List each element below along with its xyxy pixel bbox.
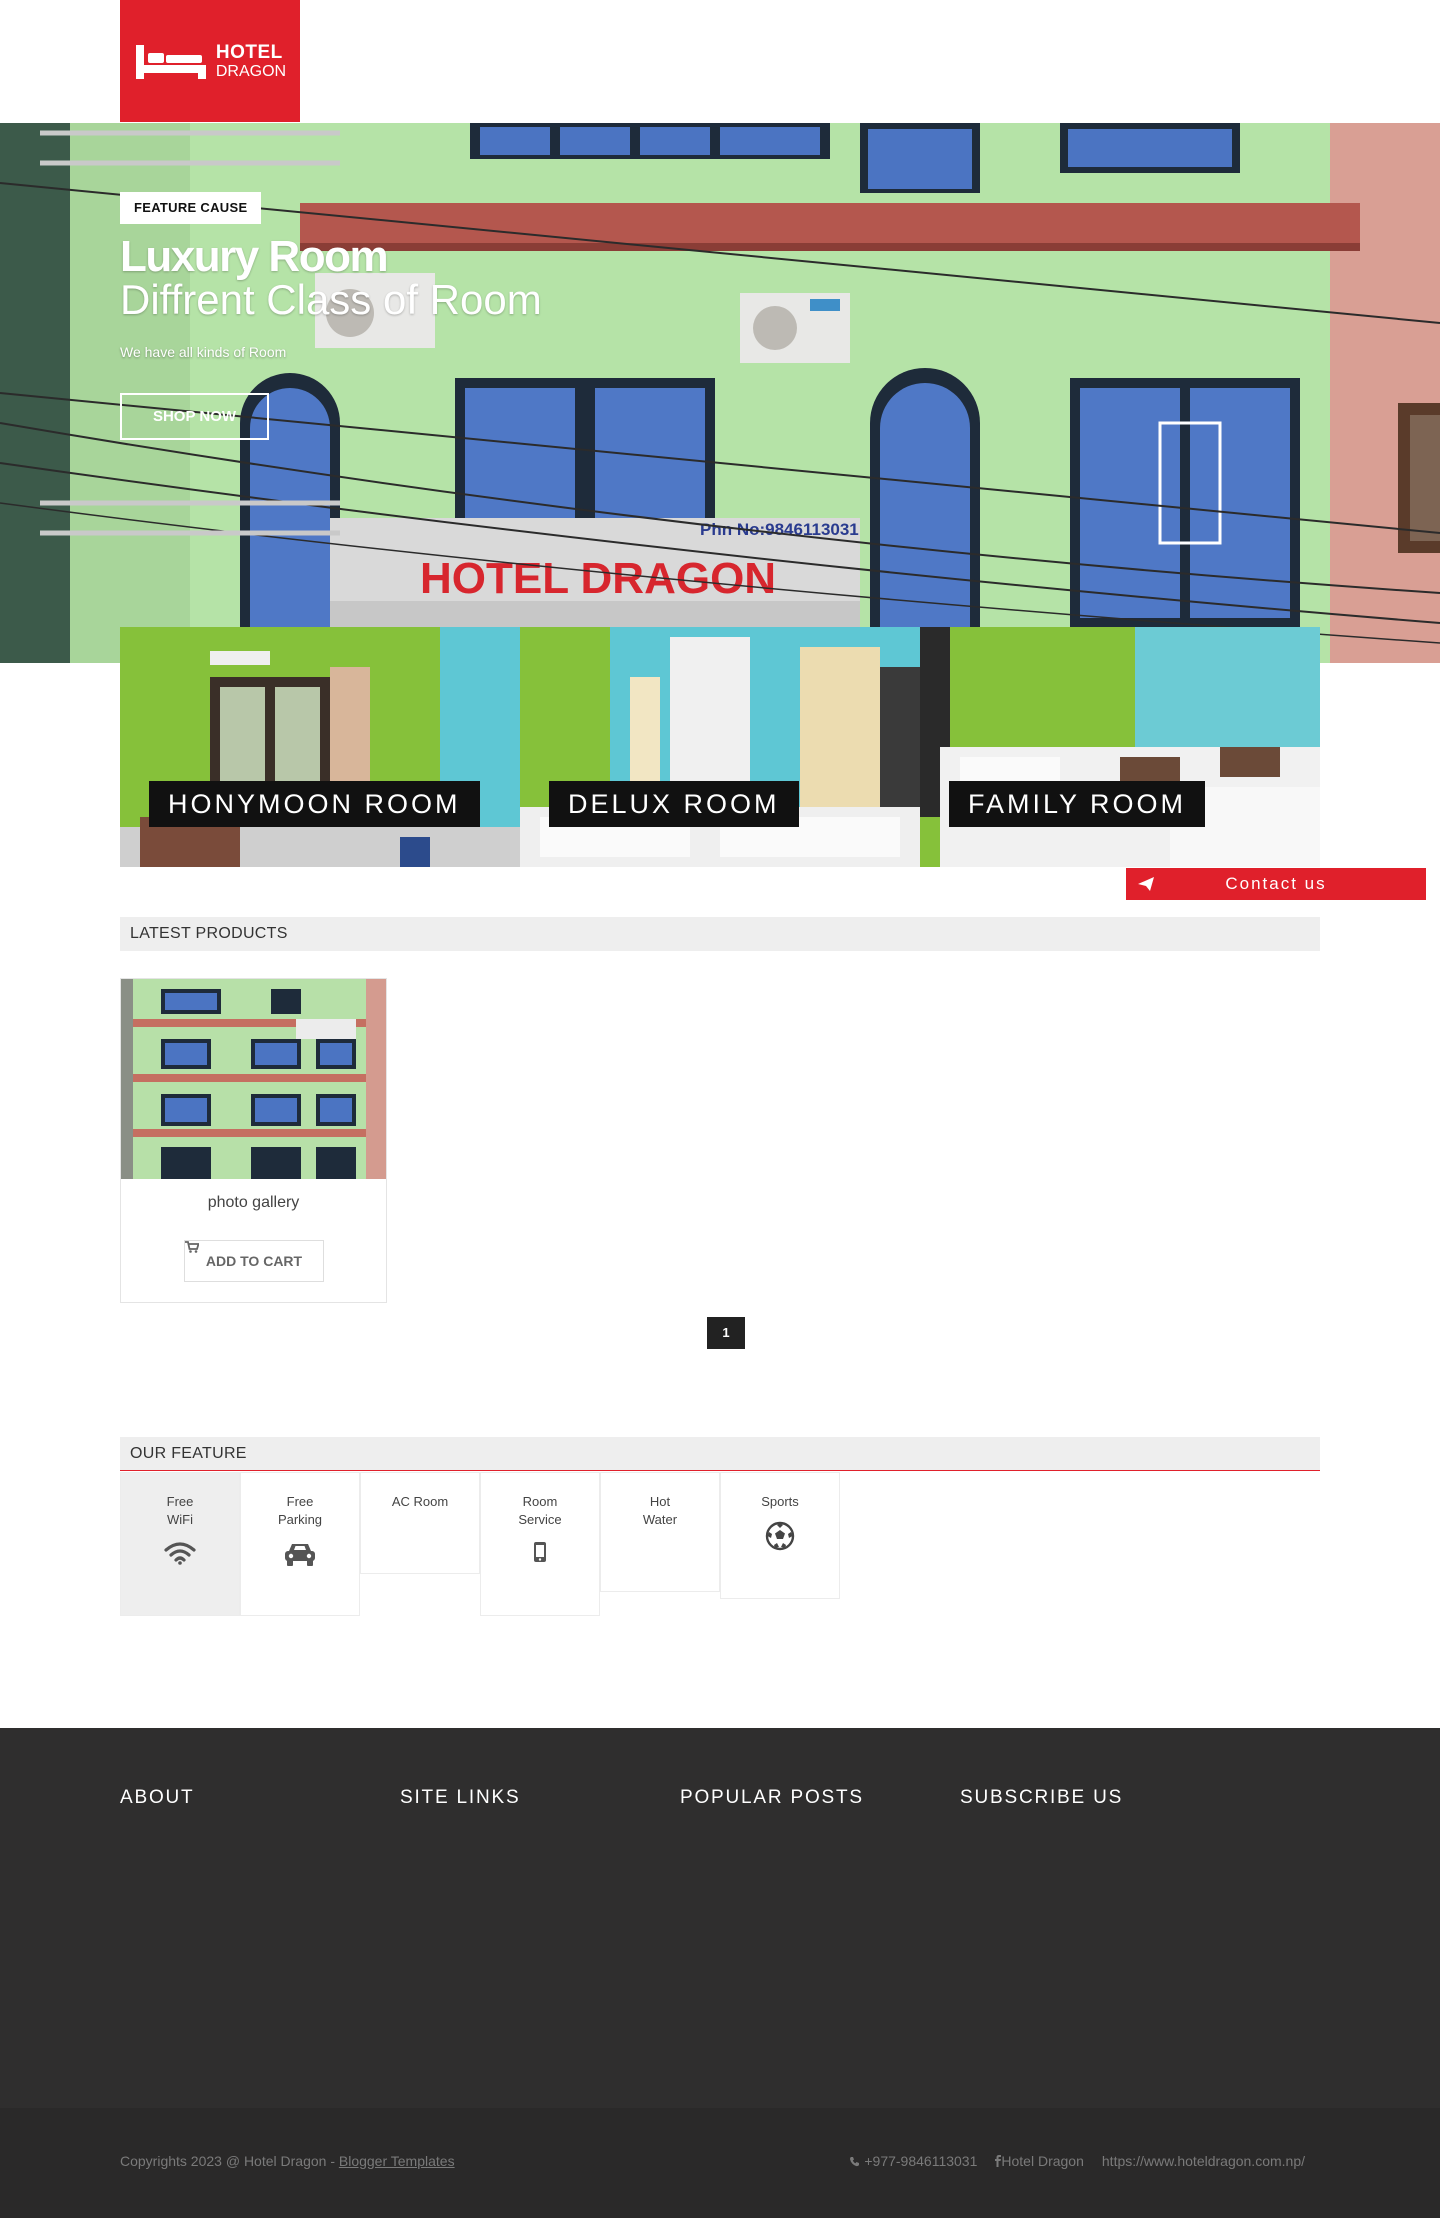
footer-about-heading: ABOUT (120, 1787, 195, 1808)
room-tile-delux[interactable]: DELUX ROOM (520, 627, 920, 867)
footer-subscribe-heading: SUBSCRIBE US (960, 1787, 1124, 1808)
product-card: photo gallery ADD TO CART (120, 978, 387, 1303)
product-name[interactable]: photo gallery (121, 1194, 386, 1212)
room-tile-honeymoon[interactable]: HONYMOON ROOM (120, 627, 520, 867)
room-categories: HONYMOON ROOM DELUX ROOM FAMILY ROOM (120, 627, 1320, 867)
car-icon (285, 1544, 315, 1566)
feature-label: AC Room (391, 1494, 449, 1509)
our-feature-heading: OUR FEATURE (120, 1437, 1320, 1471)
feature-free-parking[interactable]: Free Parking (240, 1472, 360, 1616)
mobile-icon (534, 1542, 546, 1562)
sub-footer: Copyrights 2023 @ Hotel Dragon - Blogger… (0, 2108, 1440, 2218)
phone-icon (850, 2157, 860, 2167)
add-to-cart-label: ADD TO CART (205, 1253, 303, 1269)
hero-tag: FEATURE CAUSE (120, 192, 262, 224)
contact-us-button[interactable]: Contact us (1126, 868, 1426, 900)
feature-label: Parking (277, 1512, 323, 1527)
blogger-templates-link[interactable]: Blogger Templates (339, 2153, 455, 2169)
bed-icon (135, 45, 206, 79)
delux-room-image (520, 627, 920, 867)
sign-phone-text: Phn No:9846113031 (700, 520, 859, 539)
phone-number: +977-9846113031 (864, 2153, 978, 2169)
footer-site-links-heading: SITE LINKS (400, 1787, 521, 1808)
copyright-text: Copyrights 2023 @ Hotel Dragon - Blogger… (120, 2153, 455, 2169)
room-label-honeymoon[interactable]: HONYMOON ROOM (149, 781, 480, 827)
latest-products-heading: LATEST PRODUCTS (120, 917, 1320, 951)
hero-title: Luxury Room (120, 232, 389, 281)
footer-facebook[interactable]: Hotel Dragon (995, 2153, 1084, 2169)
hero-description: We have all kinds of Room (120, 344, 287, 360)
family-room-image (920, 627, 1320, 867)
facebook-label: Hotel Dragon (1001, 2153, 1084, 2169)
footer-contact-line: +977-9846113031 Hotel Dragon https://www… (849, 2153, 1305, 2169)
pagination-page-1[interactable]: 1 (707, 1317, 745, 1349)
logo-text: HOTEL DRAGON (216, 43, 286, 80)
site-footer: ABOUT SITE LINKS POPULAR POSTS SUBSCRIBE… (0, 1728, 1440, 2108)
hero-subtitle: Diffrent Class of Room (120, 276, 542, 323)
logo-line-2: DRAGON (215, 62, 287, 80)
site-logo[interactable]: HOTEL DRAGON (120, 0, 300, 122)
soccer-ball-icon (765, 1521, 795, 1551)
feature-label: Free (286, 1494, 314, 1509)
room-label-family[interactable]: FAMILY ROOM (949, 781, 1206, 827)
room-label-delux[interactable]: DELUX ROOM (549, 781, 799, 827)
sign-hotel-name-text: HOTEL DRAGON (420, 554, 776, 603)
feature-label: Free (166, 1494, 194, 1509)
feature-label: Sports (761, 1494, 799, 1509)
honeymoon-room-image (120, 627, 520, 867)
photo-gallery-thumbnail[interactable] (121, 979, 386, 1179)
copyright-label: Copyrights 2023 @ Hotel Dragon - (120, 2153, 339, 2169)
feature-room-service[interactable]: Room Service (480, 1472, 600, 1616)
feature-ac-room[interactable]: AC Room (360, 1472, 480, 1574)
footer-popular-posts-heading: POPULAR POSTS (680, 1787, 864, 1808)
contact-us-label: Contact us (1225, 874, 1327, 893)
room-tile-family[interactable]: FAMILY ROOM (920, 627, 1320, 867)
add-to-cart-button[interactable]: ADD TO CART (184, 1240, 324, 1282)
hero-slider: Phn No:9846113031 HOTEL DRAGON FEATURE C… (0, 123, 1440, 663)
shop-now-button[interactable]: SHOP NOW (120, 393, 269, 440)
feature-label: Hot (649, 1494, 671, 1509)
logo-line-1: HOTEL (215, 41, 283, 63)
feature-sports[interactable]: Sports (720, 1472, 840, 1599)
cart-icon (185, 1241, 199, 1253)
paper-plane-icon (1138, 877, 1154, 891)
wifi-icon (164, 1542, 196, 1565)
feature-label: WiFi (167, 1512, 193, 1527)
site-header: HOTEL DRAGON (0, 0, 1440, 123)
feature-label: Service (518, 1512, 562, 1527)
footer-phone[interactable]: +977-9846113031 (849, 2153, 977, 2169)
feature-list: Free WiFi Free Parking AC Room Room Serv… (120, 1472, 840, 1616)
footer-website-link[interactable]: https://www.hoteldragon.com.np/ (1102, 2153, 1305, 2169)
feature-label: Water (642, 1512, 678, 1527)
feature-label: Room (522, 1494, 558, 1509)
feature-hot-water[interactable]: Hot Water (600, 1472, 720, 1592)
feature-free-wifi[interactable]: Free WiFi (120, 1472, 240, 1616)
